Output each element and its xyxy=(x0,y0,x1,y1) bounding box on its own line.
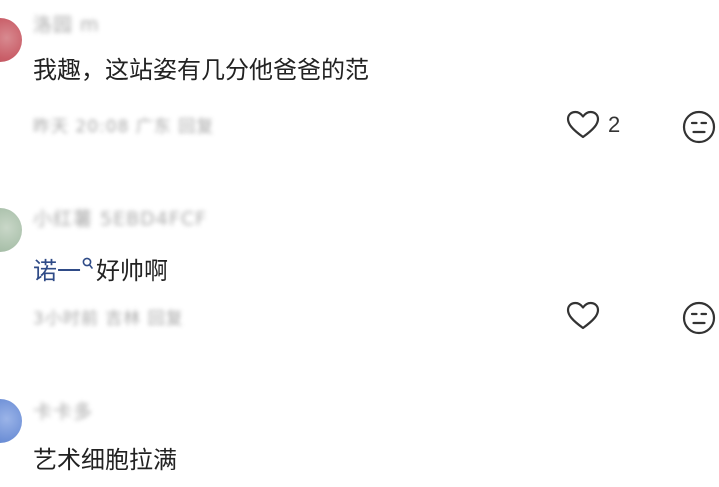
comment-username[interactable]: 小红薯 5EBD4FCF xyxy=(33,204,207,231)
mention-name: 诺一 xyxy=(33,257,81,285)
neutral-face-icon xyxy=(682,110,716,144)
comment-username[interactable]: 卡卡多 xyxy=(33,397,93,424)
heart-outline-icon xyxy=(566,301,600,330)
comment-text: 艺术细胞拉满 xyxy=(33,446,177,474)
comment-text: 诺一 好帅啊 xyxy=(33,250,168,287)
avatar[interactable] xyxy=(0,208,22,252)
like-button[interactable]: 2 xyxy=(566,110,620,140)
like-count: 2 xyxy=(608,112,621,137)
comment-username[interactable]: 洛园 m xyxy=(33,10,100,37)
comment-body: 好帅啊 xyxy=(96,257,168,285)
mention-link[interactable]: 诺一 xyxy=(33,257,96,285)
like-button[interactable] xyxy=(566,301,608,331)
comment-text: 我趣，这站姿有几分他爸爸的范 xyxy=(33,56,369,84)
avatar[interactable] xyxy=(0,18,22,62)
search-icon xyxy=(82,250,93,282)
comment-meta: 昨天 20:08 广东 回复 xyxy=(33,117,215,137)
heart-outline-icon xyxy=(566,110,600,139)
dislike-button[interactable] xyxy=(682,301,716,339)
neutral-face-icon xyxy=(682,301,716,335)
dislike-button[interactable] xyxy=(682,110,716,148)
avatar[interactable] xyxy=(0,399,22,443)
comment-meta: 3小时前 吉林 回复 xyxy=(33,309,184,329)
